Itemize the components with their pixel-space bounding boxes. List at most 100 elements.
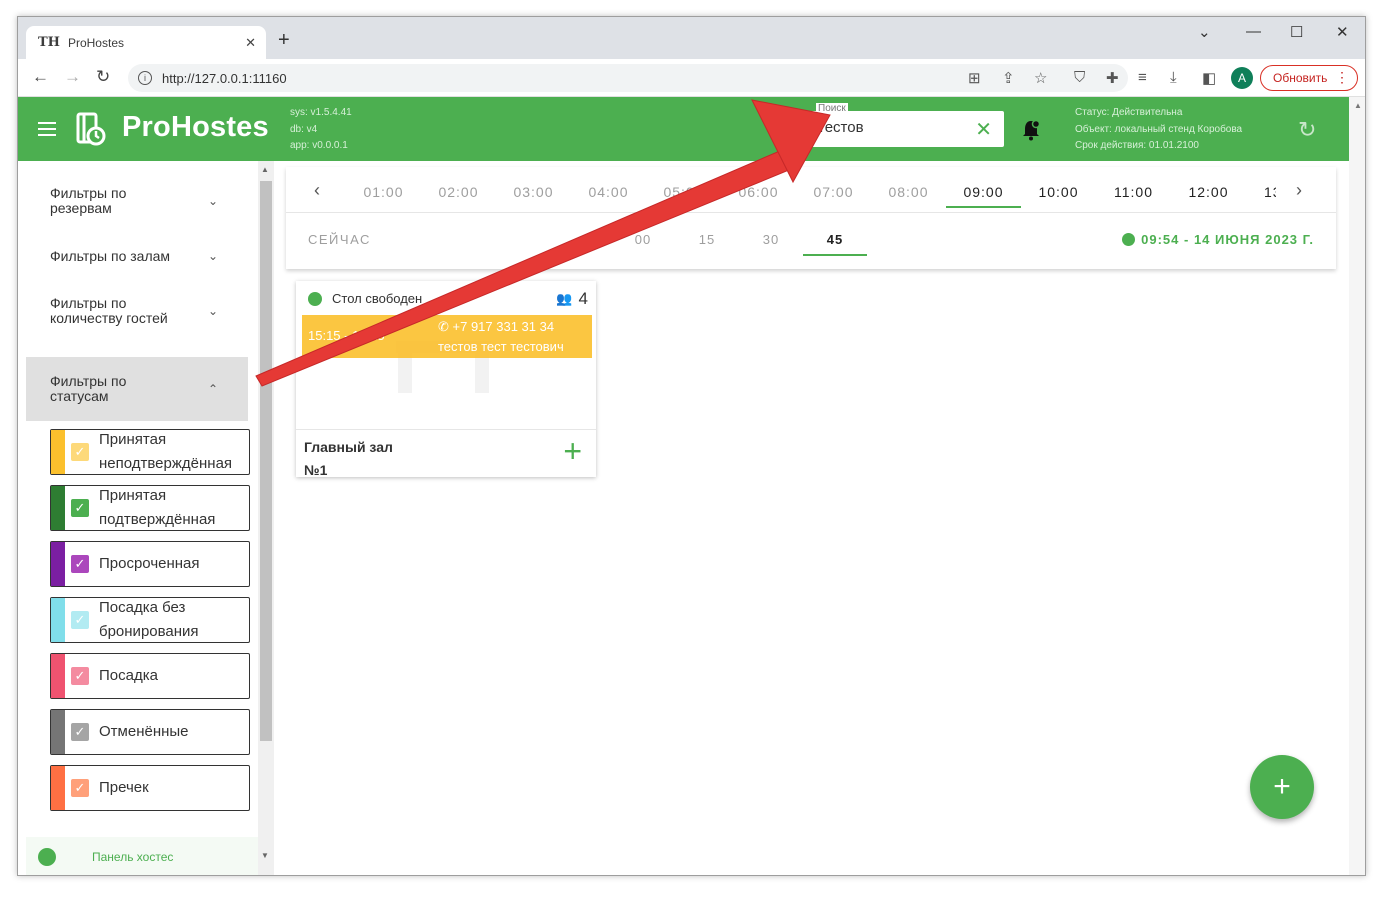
hour-tab[interactable]: 06:00	[721, 184, 796, 200]
hour-tab[interactable]: 11:00	[1096, 184, 1171, 200]
hour-tab[interactable]: 02:00	[421, 184, 496, 200]
maximize-button[interactable]: ☐	[1290, 23, 1303, 41]
minute-tab-active[interactable]: 45	[803, 232, 867, 256]
hour-tab[interactable]: 01:00	[346, 184, 421, 200]
hour-tab[interactable]: 03:00	[496, 184, 571, 200]
checkbox-checked-icon[interactable]: ✓	[71, 443, 89, 461]
status-filter-overdue[interactable]: ✓ Просроченная	[50, 541, 250, 587]
clear-search-icon[interactable]: ✕	[975, 117, 992, 142]
hour-tab[interactable]: 04:00	[571, 184, 646, 200]
hour-tab[interactable]: 10:00	[1021, 184, 1096, 200]
update-button[interactable]: Обновить ⋮	[1260, 65, 1358, 91]
filter-group-halls[interactable]: Фильтры по залам ⌄	[26, 241, 248, 271]
table-status-row: Стол свободен 👥 4	[308, 289, 588, 309]
hour-tab[interactable]: 05:00	[646, 184, 721, 200]
side-panel-icon[interactable]: ◧	[1202, 69, 1216, 87]
status-filter-precheck[interactable]: ✓ Пречек	[50, 765, 250, 811]
license-expiry-line: Срок действия: 01.01.2100	[1075, 140, 1199, 151]
status-filter-walkin[interactable]: ✓ Посадка без бронирования	[50, 597, 250, 643]
search-field[interactable]: Поиск ✕	[808, 103, 1004, 147]
status-filter-seated[interactable]: ✓ Посадка	[50, 653, 250, 699]
share-icon[interactable]: ⇪	[1002, 69, 1015, 87]
now-button[interactable]: СЕЙЧАС	[308, 232, 371, 247]
add-fab-button[interactable]: +	[1250, 755, 1314, 819]
refresh-icon[interactable]: ↻	[1298, 117, 1316, 143]
checkbox-checked-icon[interactable]: ✓	[71, 555, 89, 573]
hall-name: Главный зал	[304, 439, 393, 455]
notification-bell-icon[interactable]	[1021, 119, 1041, 141]
reservation-block[interactable]: 15:15 - 17:15 ✆ +7 917 331 31 34 тестов …	[302, 315, 592, 358]
add-reservation-button[interactable]: +	[563, 435, 582, 467]
status-filter-unconfirmed[interactable]: ✓ Принятая неподтверждённая	[50, 429, 250, 475]
filter-group-reservations[interactable]: Фильтры по резервам ⌄	[26, 181, 248, 221]
minute-selector: СЕЙЧАС 00 15 30 45 09:54 - 14 ИЮНЯ 2023 …	[286, 214, 1336, 269]
checkbox-checked-icon[interactable]: ✓	[71, 779, 89, 797]
chevron-down-icon: ⌄	[207, 248, 218, 263]
minute-tab[interactable]: 30	[739, 232, 803, 247]
more-menu-icon[interactable]: ⋮	[1335, 69, 1349, 86]
hour-tab-active[interactable]: 09:00	[946, 184, 1021, 208]
filter-group-label: Фильтры по залам	[50, 247, 171, 264]
license-status-line: Статус: Действительна	[1075, 107, 1183, 118]
sidebar-scrollbar[interactable]: ▲ ▼	[258, 161, 274, 875]
scrollbar-thumb[interactable]	[260, 181, 272, 741]
status-label: Посадка	[99, 667, 158, 684]
status-color-bar	[51, 430, 65, 474]
hour-tab[interactable]: 07:00	[796, 184, 871, 200]
minimize-button[interactable]: —	[1246, 23, 1261, 40]
url-text: http://127.0.0.1:11160	[162, 70, 287, 86]
media-control-icon[interactable]: ≡	[1138, 69, 1147, 86]
translate-icon[interactable]: ⊞	[968, 69, 981, 87]
status-filter-confirmed[interactable]: ✓ Принятая подтверждённая	[50, 485, 250, 531]
scroll-up-icon[interactable]: ▲	[1354, 101, 1362, 110]
chevron-right-icon[interactable]: ›	[1296, 180, 1302, 201]
tab-strip: TH ProHostes ✕ + ⌄ — ☐ ✕	[18, 17, 1365, 59]
download-icon[interactable]: ⤓	[1170, 69, 1177, 86]
shield-extension-icon[interactable]: ⛉	[1074, 69, 1085, 86]
checkbox-checked-icon[interactable]: ✓	[71, 667, 89, 685]
site-info-icon[interactable]: i	[138, 71, 152, 85]
datetime-text: 09:54 - 14 ИЮНЯ 2023 Г.	[1141, 232, 1314, 247]
new-tab-button[interactable]: +	[278, 29, 290, 52]
browser-tab[interactable]: TH ProHostes ✕	[26, 26, 266, 59]
page-scrollbar[interactable]: ▲	[1349, 97, 1365, 875]
filter-group-label: Фильтры по количеству гостей	[50, 295, 168, 326]
tab-title: ProHostes	[67, 35, 124, 50]
filter-group-statuses[interactable]: Фильтры по статусам ⌃	[26, 357, 248, 421]
guest-count-value: 4	[578, 289, 588, 308]
back-button[interactable]: ←	[32, 67, 49, 87]
close-tab-icon[interactable]: ✕	[245, 35, 256, 51]
guest-count: 👥 4	[556, 289, 588, 309]
timeline: ‹ 01:00 02:00 03:00 04:00 05:00 06:00 07…	[286, 167, 1336, 269]
scroll-up-icon[interactable]: ▲	[261, 165, 269, 174]
hall-label: Главный зал №1	[304, 436, 424, 482]
filter-group-guests[interactable]: Фильтры по количеству гостей ⌄	[26, 291, 248, 331]
scroll-down-icon[interactable]: ▼	[261, 851, 269, 860]
bookmark-star-icon[interactable]: ☆	[1034, 69, 1047, 87]
minute-tab[interactable]: 00	[611, 232, 675, 247]
hour-tab[interactable]: 12:00	[1171, 184, 1246, 200]
checkbox-checked-icon[interactable]: ✓	[71, 499, 89, 517]
status-label: Отменённые	[99, 723, 189, 740]
current-datetime: 09:54 - 14 ИЮНЯ 2023 Г.	[1122, 232, 1314, 247]
checkbox-checked-icon[interactable]: ✓	[71, 723, 89, 741]
tab-search-icon[interactable]: ⌄	[1198, 23, 1211, 41]
reload-button[interactable]: ↻	[96, 67, 110, 87]
close-window-button[interactable]: ✕	[1336, 23, 1349, 41]
hostess-panel-link[interactable]: Панель хостес	[26, 837, 258, 875]
hour-tab[interactable]: 08:00	[871, 184, 946, 200]
status-filter-cancelled[interactable]: ✓ Отменённые	[50, 709, 250, 755]
status-label: Посадка без бронирования	[99, 599, 199, 640]
chevron-left-icon[interactable]: ‹	[314, 180, 320, 201]
phone-number: +7 917 331 31 34	[452, 319, 555, 334]
table-card[interactable]: Стол свободен 👥 4 15:15 - 17:15 ✆ +7 917…	[296, 281, 596, 478]
extensions-puzzle-icon[interactable]: ✚	[1106, 69, 1119, 87]
forward-button[interactable]: →	[64, 67, 81, 87]
profile-avatar[interactable]: A	[1231, 67, 1253, 89]
minute-tab[interactable]: 15	[675, 232, 739, 247]
menu-icon[interactable]	[38, 122, 56, 136]
search-input[interactable]	[818, 119, 968, 136]
hour-tab[interactable]: 13:00	[1246, 184, 1276, 200]
logo-icon	[76, 112, 106, 146]
checkbox-checked-icon[interactable]: ✓	[71, 611, 89, 629]
